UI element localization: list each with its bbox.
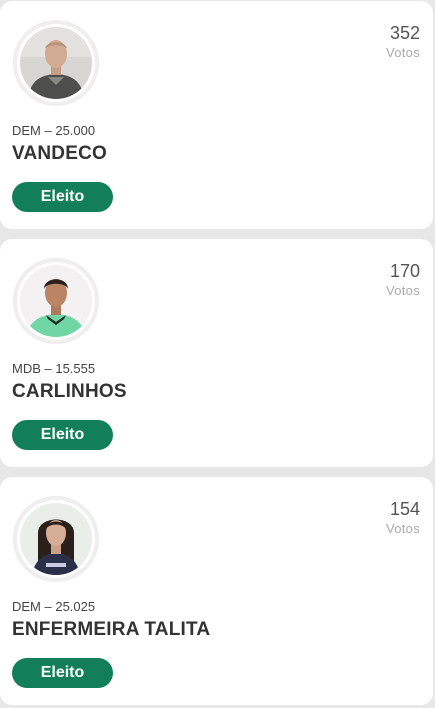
candidate-card[interactable]: 352 Votos DEM – 25.000 VANDECO Eleito <box>0 1 433 229</box>
candidate-name: VANDECO <box>12 143 107 164</box>
candidate-photo <box>20 503 92 575</box>
candidate-name: ENFERMEIRA TALITA <box>12 619 211 640</box>
votes-label: Votos <box>385 283 420 298</box>
party-number: DEM – 25.000 <box>12 123 96 138</box>
vote-count: 352 Votos <box>386 22 420 61</box>
party-number: MDB – 15.555 <box>12 361 96 376</box>
votes-number: 352 <box>389 23 420 43</box>
candidate-photo <box>20 27 92 99</box>
vote-count: 170 Votos <box>386 260 420 299</box>
avatar <box>14 497 98 581</box>
candidate-photo <box>20 265 92 337</box>
party-number: DEM – 25.025 <box>12 599 96 614</box>
votes-label: Votos <box>385 521 420 536</box>
candidate-card[interactable]: 154 Votos DEM – 25.025 ENFERMEIRA TALITA… <box>0 477 433 705</box>
status-badge: Eleito <box>12 420 113 450</box>
avatar <box>14 21 98 105</box>
status-badge: Eleito <box>12 182 113 212</box>
status-badge: Eleito <box>12 658 113 688</box>
candidate-name: CARLINHOS <box>12 381 127 402</box>
candidate-list: 352 Votos DEM – 25.000 VANDECO Eleito 17… <box>0 0 435 708</box>
avatar <box>14 259 98 343</box>
votes-number: 154 <box>389 499 420 519</box>
vote-count: 154 Votos <box>386 498 420 537</box>
votes-number: 170 <box>389 261 420 281</box>
votes-label: Votos <box>385 45 420 60</box>
candidate-card[interactable]: 170 Votos MDB – 15.555 CARLINHOS Eleito <box>0 239 433 467</box>
